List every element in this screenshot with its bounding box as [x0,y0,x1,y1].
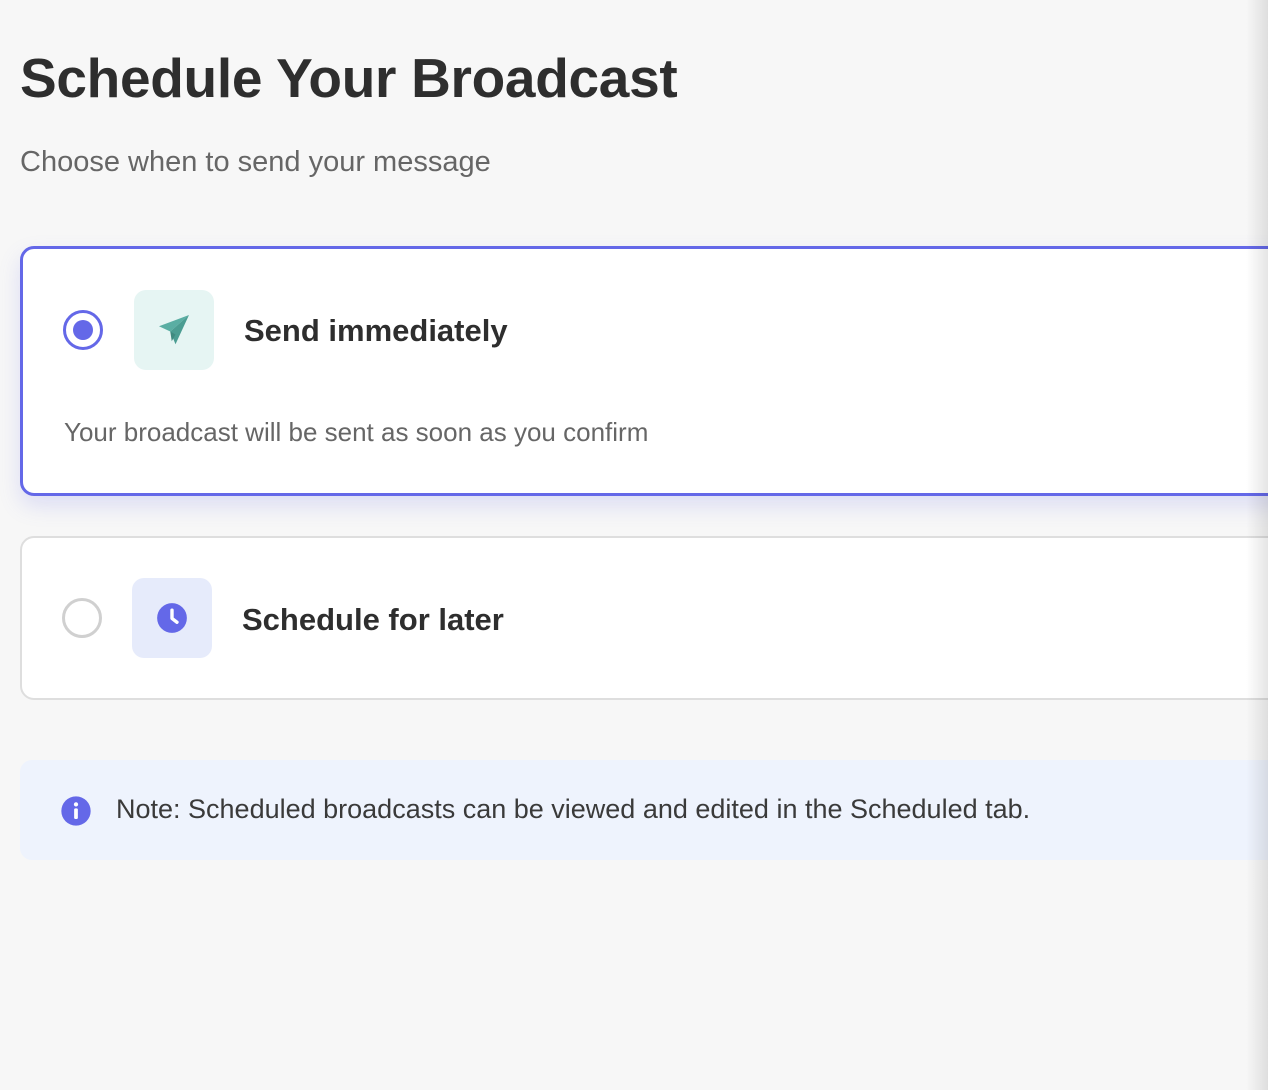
schedule-later-option[interactable]: Schedule for later [20,536,1268,700]
send-immediately-radio[interactable] [63,310,103,350]
send-immediately-description: Your broadcast will be sent as soon as y… [64,417,649,447]
right-edge-shadow [1246,0,1268,1090]
send-immediately-label: Send immediately [244,313,508,348]
info-icon [61,796,91,826]
send-immediately-option[interactable]: Send immediately Your broadcast will be … [20,246,1268,496]
schedule-broadcast-page: Schedule Your Broadcast Choose when to s… [0,0,1268,1090]
clock-icon [157,603,187,633]
page-subtitle: Choose when to send your message [20,146,491,178]
info-note: Note: Scheduled broadcasts can be viewed… [20,760,1268,860]
schedule-later-radio[interactable] [62,598,102,638]
note-text: Note: Scheduled broadcasts can be viewed… [116,794,1031,824]
clock-icon-box [132,578,212,658]
schedule-later-label: Schedule for later [242,602,504,637]
paper-plane-icon [159,315,189,345]
paper-plane-icon-box [134,290,214,370]
page-title: Schedule Your Broadcast [20,47,678,109]
